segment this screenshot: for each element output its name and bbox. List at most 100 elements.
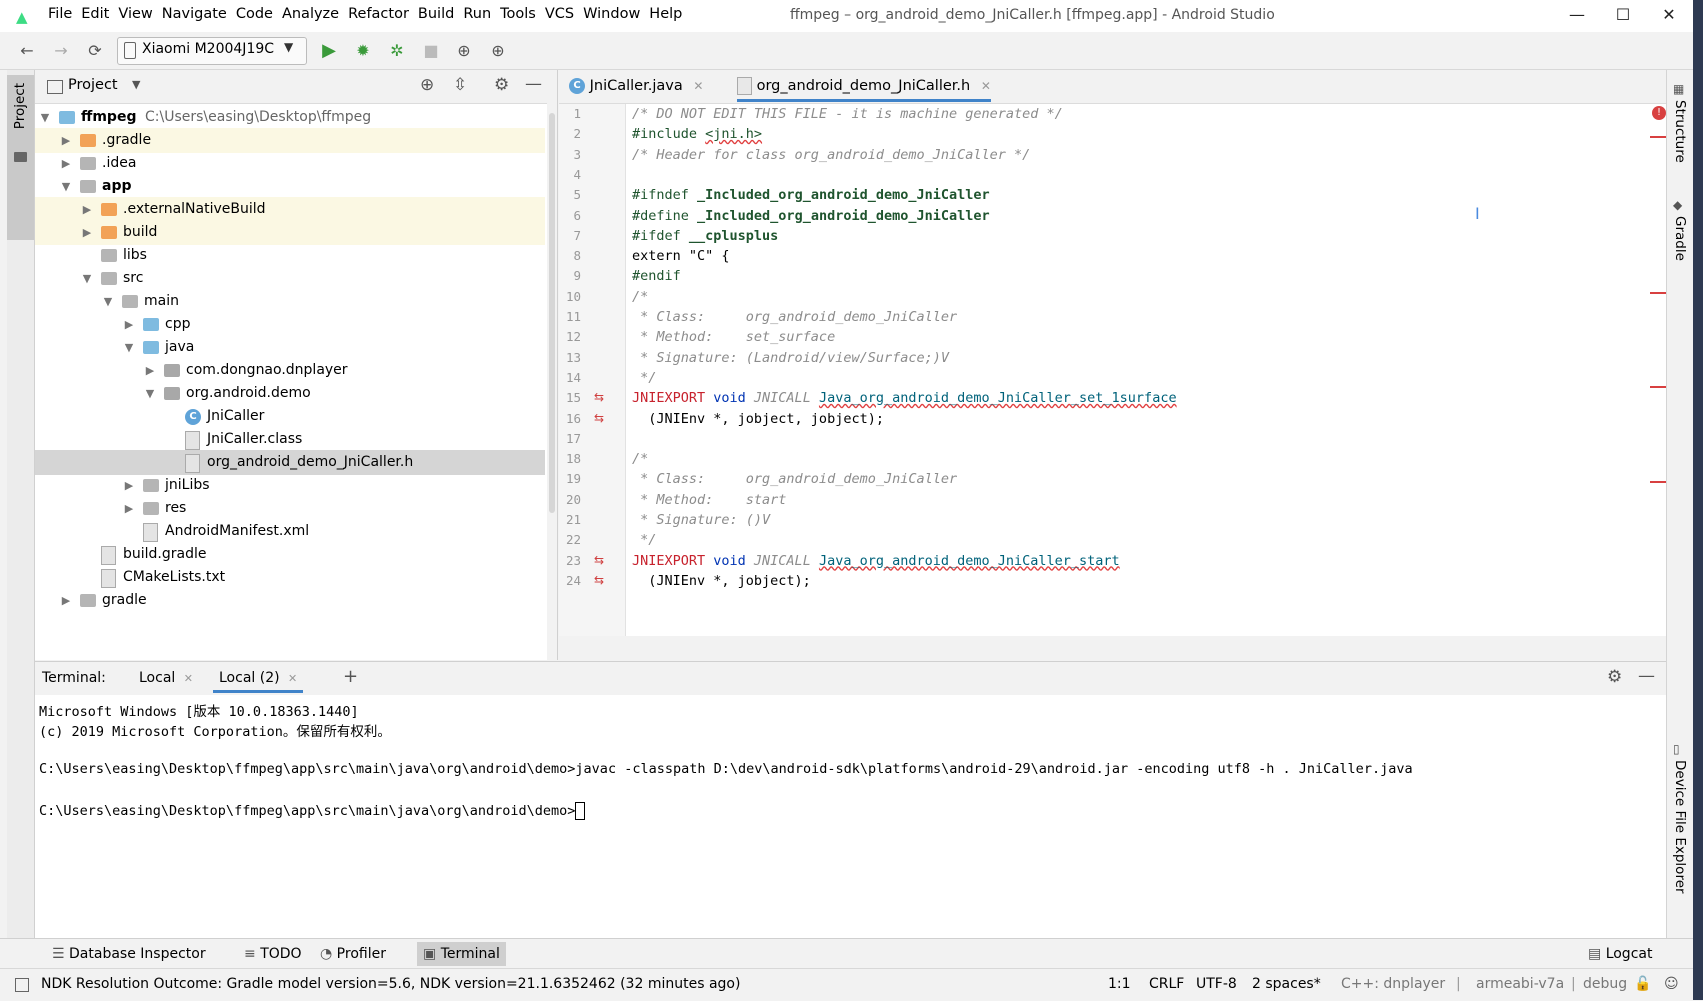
expand-arrow-icon[interactable]: ▶ [122,473,136,498]
expand-arrow-icon[interactable]: ▶ [59,588,73,613]
project-tool-tab[interactable]: Project [7,75,34,240]
close-button[interactable]: ✕ [1646,0,1692,32]
menu-refactor[interactable]: Refactor [348,6,409,22]
code-editor[interactable]: /* DO NOT EDIT THIS FILE - it is machine… [626,104,1666,636]
terminal-output[interactable]: Microsoft Windows [版本 10.0.18363.1440] (c… [35,695,1666,938]
locate-icon[interactable]: ⊕ [420,75,434,95]
tree-item[interactable]: ▶ res [35,496,545,521]
tree-item[interactable]: ▼ main [35,289,545,314]
collapse-arrow-icon[interactable]: ▼ [101,289,115,314]
menu-window[interactable]: Window [583,6,640,22]
navigate-to-implementation-icon[interactable]: ⇆ [594,411,604,425]
tree-item[interactable]: AndroidManifest.xml [35,519,545,544]
tree-item[interactable]: ▼ java [35,335,545,360]
tree-item[interactable]: ▶ .externalNativeBuild [35,197,545,222]
terminal-tab-local[interactable]: Local ✕ [139,670,193,686]
caret-position[interactable]: 1:1 [1108,976,1131,992]
expand-arrow-icon[interactable]: ▶ [122,312,136,337]
tree-item[interactable]: ▶ com.dongnao.dnplayer [35,358,545,383]
tab-jnicaller-java[interactable]: C JniCaller.java ✕ [569,70,703,102]
tree-item[interactable]: ▼ org.android.demo [35,381,545,406]
menu-code[interactable]: Code [236,6,273,22]
navigate-to-implementation-icon[interactable]: ⇆ [594,553,604,567]
expand-arrow-icon[interactable]: ▶ [59,128,73,153]
attach-debugger-icon[interactable]: ✲ [386,40,408,62]
expand-arrow-icon[interactable]: ▶ [122,496,136,521]
error-indicator-icon[interactable]: ! [1652,106,1666,120]
lock-icon[interactable]: 🔓 [1634,976,1651,992]
close-tab-icon[interactable]: ✕ [288,672,297,685]
back-icon[interactable]: ← [16,40,38,62]
collapse-arrow-icon[interactable]: ▼ [122,335,136,360]
avd-manager-icon[interactable]: ⊕ [453,40,475,62]
code-context[interactable]: C++: dnplayer [1341,976,1445,992]
navigate-to-implementation-icon[interactable]: ⇆ [594,573,604,587]
device-file-explorer-tab[interactable]: Device File Explorer [1672,760,1688,894]
build-variant[interactable]: debug [1583,976,1627,992]
expand-arrow-icon[interactable]: ▶ [59,151,73,176]
tree-item[interactable]: CMakeLists.txt [35,565,545,590]
sdk-manager-icon[interactable]: ⊕ [487,40,509,62]
tree-item[interactable]: org_android_demo_JniCaller.h [35,450,545,475]
line-separator[interactable]: CRLF [1149,976,1184,992]
todo-button[interactable]: ≡ TODO [238,942,308,966]
scrollbar-thumb[interactable] [549,113,555,513]
collapse-arrow-icon[interactable]: ▼ [59,174,73,199]
tree-item[interactable]: C JniCaller [35,404,545,429]
menu-help[interactable]: Help [649,6,682,22]
logcat-button[interactable]: ▤ Logcat [1582,942,1658,966]
add-terminal-button[interactable]: + [343,666,358,687]
expand-arrow-icon[interactable]: ▶ [80,197,94,222]
profiler-button[interactable]: ◔ Profiler [314,942,392,966]
menu-analyze[interactable]: Analyze [282,6,339,22]
menu-navigate[interactable]: Navigate [162,6,227,22]
tree-item[interactable]: libs [35,243,545,268]
collapse-arrow-icon[interactable]: ▼ [143,381,157,406]
navigate-to-implementation-icon[interactable]: ⇆ [594,390,604,404]
debug-icon[interactable]: ✹ [352,40,374,62]
close-tab-icon[interactable]: ✕ [184,672,193,685]
minimize-button[interactable]: — [1554,0,1600,32]
menu-run[interactable]: Run [463,6,491,22]
collapse-all-icon[interactable]: ⇳ [453,75,467,95]
chevron-down-icon[interactable]: ▼ [132,78,140,91]
terminal-button[interactable]: ▣ Terminal [417,942,506,966]
tree-root-ffmpeg[interactable]: ▼ ffmpeg C:\Users\easing\Desktop\ffmpeg [35,105,545,130]
database-inspector-button[interactable]: ☰ Database Inspector [46,942,212,966]
tree-item[interactable]: build.gradle [35,542,545,567]
gradle-tab[interactable]: Gradle [1672,216,1688,261]
status-message[interactable]: NDK Resolution Outcome: Gradle model ver… [41,976,740,992]
tree-item[interactable]: ▶ cpp [35,312,545,337]
stop-icon[interactable]: ■ [420,40,442,62]
expand-arrow-icon[interactable]: ▶ [80,220,94,245]
tab-org-android-demo-jnicaller-h[interactable]: org_android_demo_JniCaller.h ✕ [737,70,991,102]
tool-windows-toggle-icon[interactable] [15,978,29,992]
menu-tools[interactable]: Tools [500,6,536,22]
tree-item[interactable]: ▶ .idea [35,151,545,176]
device-selector[interactable]: Xiaomi M2004J19C ▼ [117,37,307,65]
file-encoding[interactable]: UTF-8 [1196,976,1237,992]
close-tab-icon[interactable]: ✕ [981,79,991,93]
collapse-arrow-icon[interactable]: ▼ [80,266,94,291]
tree-item[interactable]: ▶ build [35,220,545,245]
terminal-tab-local-2[interactable]: Local (2) ✕ [213,662,304,693]
project-view-selector[interactable]: Project [68,77,118,93]
sync-icon[interactable]: ⟳ [84,40,106,62]
forward-icon[interactable]: → [50,40,72,62]
menu-view[interactable]: View [118,6,152,22]
tree-item[interactable]: ▶ gradle [35,588,545,613]
hide-panel-icon[interactable]: — [1638,666,1655,686]
indent-setting[interactable]: 2 spaces* [1252,976,1321,992]
tree-item[interactable]: ▼ src [35,266,545,291]
tree-item[interactable]: JniCaller.class [35,427,545,452]
expand-arrow-icon[interactable]: ▼ [38,105,52,130]
menu-build[interactable]: Build [418,6,454,22]
gear-icon[interactable]: ⚙ [494,75,509,95]
menu-edit[interactable]: Edit [81,6,109,22]
expand-arrow-icon[interactable]: ▶ [143,358,157,383]
hide-panel-icon[interactable]: — [525,74,542,94]
gear-icon[interactable]: ⚙ [1607,667,1622,687]
close-tab-icon[interactable]: ✕ [693,79,703,93]
tree-item[interactable]: ▶ .gradle [35,128,545,153]
tree-item[interactable]: ▶ jniLibs [35,473,545,498]
